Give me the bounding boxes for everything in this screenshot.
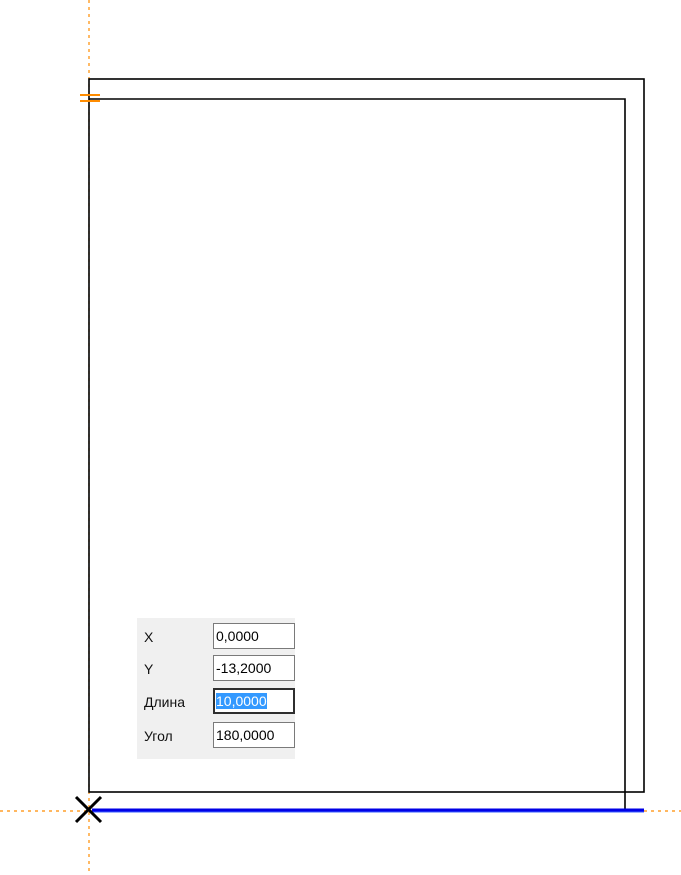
angle-field[interactable]: 180,0000 [213, 722, 295, 748]
angle-label: Угол [144, 728, 173, 744]
y-field[interactable]: -13,2000 [213, 655, 295, 681]
angle-row: Угол 180,0000 [137, 720, 295, 750]
parallel-snap-icon [80, 94, 100, 102]
drawing-canvas[interactable] [0, 0, 681, 875]
length-row: Длина 10,0000 [137, 686, 295, 716]
x-label: X [144, 629, 154, 645]
coordinate-input-panel: X 0,0000 Y -13,2000 Длина 10,0000 Угол 1… [137, 618, 295, 759]
length-field[interactable]: 10,0000 [213, 688, 295, 714]
y-row: Y -13,2000 [137, 653, 295, 683]
length-value-selected: 10,0000 [216, 693, 267, 709]
y-label: Y [144, 661, 154, 677]
x-row: X 0,0000 [137, 621, 295, 651]
length-label: Длина [144, 694, 185, 710]
x-field[interactable]: 0,0000 [213, 623, 295, 649]
